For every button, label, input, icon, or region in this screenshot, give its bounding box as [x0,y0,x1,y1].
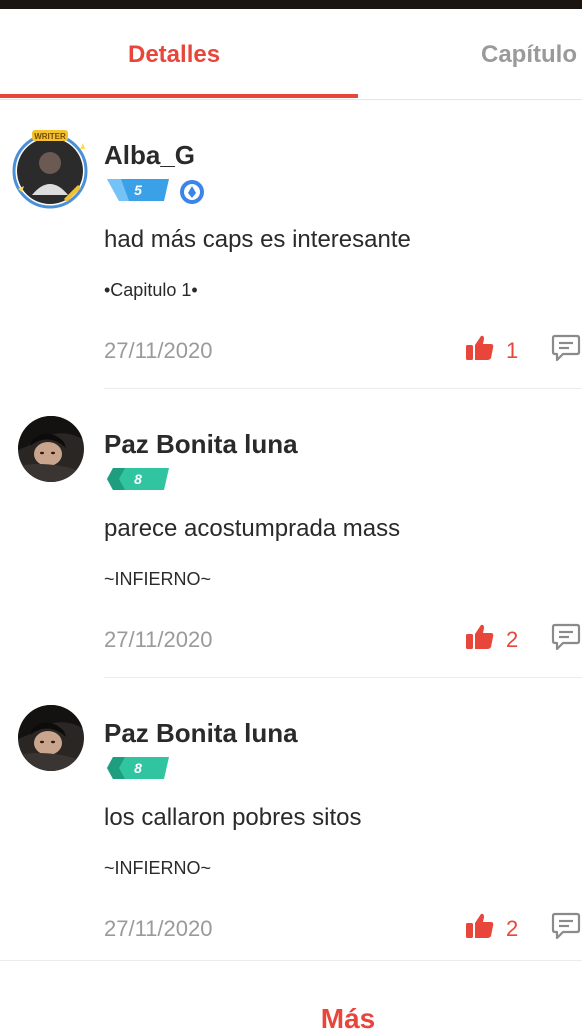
reply-comment-icon[interactable] [551,912,581,940]
level-badge: 8 [107,468,169,490]
comment-chapter[interactable]: ~INFIERNO~ [104,858,211,879]
thumbs-up-icon[interactable] [465,623,495,651]
comment-item: Paz Bonita luna 8 los callaron pobres si… [0,678,582,967]
like-count: 1 [506,338,519,363]
thumbs-up-icon[interactable] [465,912,495,940]
writer-avatar-frame-icon: WRITER [12,130,88,209]
status-bar-strip [0,0,582,9]
level-badge: 5 [107,179,169,201]
comment-author[interactable]: Paz Bonita luna [104,429,298,460]
more-button[interactable]: Más [0,1003,582,1035]
comment-item: Paz Bonita luna 8 parece acostumprada ma… [0,389,582,678]
tab-detalles[interactable]: Detalles [128,41,220,69]
avatar[interactable] [18,416,84,482]
more-section: Más [0,960,582,1035]
comment-chapter[interactable]: •Capitulo 1• [104,280,198,301]
comment-author[interactable]: Alba_G [104,140,195,171]
comment-date: 27/11/2020 [104,916,213,941]
comment-author[interactable]: Paz Bonita luna [104,718,298,749]
tab-capitulo[interactable]: Capítulo [481,41,577,69]
reply-comment-icon[interactable] [551,334,581,362]
avatar[interactable] [18,705,84,771]
comment-item: WRITER Alba_G 5 had más caps es interesa… [0,100,582,389]
comment-chapter[interactable]: ~INFIERNO~ [104,569,211,590]
like-count: 2 [506,916,519,941]
svg-text:WRITER: WRITER [34,132,66,141]
active-tab-indicator [0,94,358,98]
achievement-badge-icon [180,180,204,204]
comment-text: los callaron pobres sitos [104,804,362,831]
level-number: 8 [134,471,142,487]
level-number: 8 [134,760,142,776]
tab-bar: Detalles Capítulo [0,9,582,100]
reply-comment-icon[interactable] [551,623,581,651]
comment-text: had más caps es interesante [104,226,411,253]
level-badge: 8 [107,757,169,779]
level-number: 5 [134,182,142,198]
comment-date: 27/11/2020 [104,627,213,652]
thumbs-up-icon[interactable] [465,334,495,362]
like-count: 2 [506,627,519,652]
comment-date: 27/11/2020 [104,338,213,363]
comment-text: parece acostumprada mass [104,515,401,542]
